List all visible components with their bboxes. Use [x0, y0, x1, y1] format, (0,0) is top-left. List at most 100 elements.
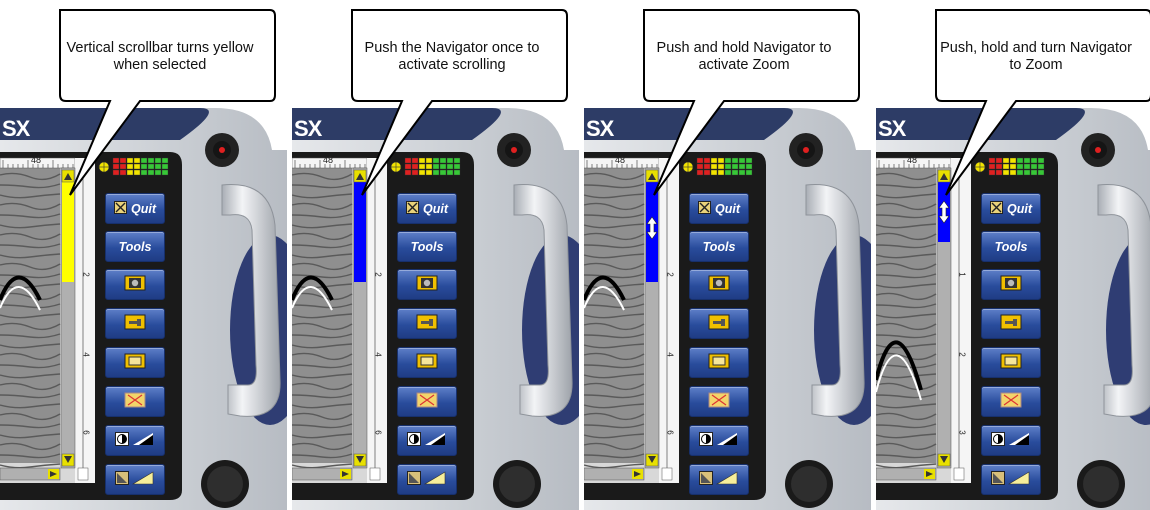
- button-label: Tools: [118, 239, 152, 254]
- wrench-button[interactable]: [105, 308, 165, 339]
- quit-x-icon: [990, 200, 1003, 217]
- quit-x-icon: [698, 200, 711, 217]
- screen-frame-icon: [416, 353, 438, 372]
- contrast-button[interactable]: [397, 425, 457, 456]
- crossed-box-icon: [1000, 392, 1022, 411]
- contrast-icon: [115, 431, 155, 450]
- depth-label: 4: [665, 352, 675, 357]
- screen-frame-button[interactable]: [105, 347, 165, 378]
- ruler-distance-label: 48: [615, 155, 626, 165]
- gain-triangle-icon: [991, 470, 1031, 489]
- camera-button[interactable]: [397, 269, 457, 300]
- scale-toggle: [77, 467, 89, 481]
- button-label: Quit: [715, 201, 740, 216]
- tutorial-panel-2: Push the Navigator once to activate scro…: [292, 0, 579, 510]
- crossed-box-button[interactable]: [689, 386, 749, 417]
- brand-logo-fragment: SX: [586, 116, 614, 141]
- crossed-box-button[interactable]: [397, 386, 457, 417]
- tools-button[interactable]: Tools: [105, 231, 165, 262]
- button-label: Tools: [410, 239, 444, 254]
- depth-label: 1: [957, 272, 967, 277]
- depth-label: 2: [373, 272, 383, 277]
- depth-label: 4: [373, 352, 383, 357]
- gain-triangle-button[interactable]: [105, 464, 165, 495]
- button-label: Tools: [994, 239, 1028, 254]
- gain-triangle-button[interactable]: [981, 464, 1041, 495]
- crossed-box-button[interactable]: [105, 386, 165, 417]
- brand-logo-fragment: SX: [294, 116, 322, 141]
- camera-icon: [1000, 275, 1022, 294]
- camera-button[interactable]: [689, 269, 749, 300]
- contrast-button[interactable]: [981, 425, 1041, 456]
- brand-logo-fragment: SX: [2, 116, 30, 141]
- crossed-box-icon: [708, 392, 730, 411]
- camera-icon: [124, 275, 146, 294]
- screen-frame-icon: [708, 353, 730, 372]
- contrast-button[interactable]: [689, 425, 749, 456]
- quit-button[interactable]: Quit: [105, 193, 165, 224]
- crossed-box-button[interactable]: [981, 386, 1041, 417]
- ruler-distance-label: 48: [907, 155, 918, 165]
- gain-triangle-button[interactable]: [397, 464, 457, 495]
- depth-label: 6: [665, 430, 675, 435]
- quit-button[interactable]: Quit: [981, 193, 1041, 224]
- quit-x-icon: [114, 200, 127, 217]
- tutorial-panel-4: Push, hold and turn Navigator to Zoom SX…: [876, 0, 1150, 510]
- tools-button[interactable]: Tools: [981, 231, 1041, 262]
- button-label: Quit: [423, 201, 448, 216]
- camera-button[interactable]: [981, 269, 1041, 300]
- quit-x-icon: [406, 200, 419, 217]
- ruler-distance-label: 48: [323, 155, 334, 165]
- tools-button[interactable]: Tools: [689, 231, 749, 262]
- tutorial-panel-3: Push and hold Navigator to activate Zoom…: [584, 0, 871, 510]
- depth-label: 2: [81, 272, 91, 277]
- tutorial-panel-1: Vertical scrollbar turns yellow when sel…: [0, 0, 287, 510]
- depth-label: 2: [957, 352, 967, 357]
- camera-button[interactable]: [105, 269, 165, 300]
- wrench-icon: [416, 314, 438, 333]
- wrench-button[interactable]: [689, 308, 749, 339]
- gain-triangle-icon: [407, 470, 447, 489]
- scale-toggle: [369, 467, 381, 481]
- callout-caption: Push the Navigator once to activate scro…: [364, 40, 540, 73]
- screen-frame-icon: [124, 353, 146, 372]
- screen-frame-button[interactable]: [689, 347, 749, 378]
- wrench-button[interactable]: [981, 308, 1041, 339]
- tools-button[interactable]: Tools: [397, 231, 457, 262]
- gain-triangle-icon: [699, 470, 739, 489]
- button-label: Tools: [702, 239, 736, 254]
- gain-triangle-button[interactable]: [689, 464, 749, 495]
- wrench-button[interactable]: [397, 308, 457, 339]
- ruler-distance-label: 48: [31, 155, 42, 165]
- wrench-icon: [708, 314, 730, 333]
- contrast-icon: [699, 431, 739, 450]
- depth-label: 6: [373, 430, 383, 435]
- wrench-icon: [1000, 314, 1022, 333]
- callout-caption: Push, hold and turn Navigator to Zoom: [940, 40, 1132, 73]
- depth-label: 6: [81, 430, 91, 435]
- screen-frame-button[interactable]: [981, 347, 1041, 378]
- callout-caption: Vertical scrollbar turns yellow when sel…: [66, 40, 254, 73]
- contrast-button[interactable]: [105, 425, 165, 456]
- crossed-box-icon: [416, 392, 438, 411]
- vertical-scrollbar-thumb: [62, 182, 74, 282]
- camera-icon: [416, 275, 438, 294]
- quit-button[interactable]: Quit: [397, 193, 457, 224]
- depth-label: 4: [81, 352, 91, 357]
- gain-triangle-icon: [115, 470, 155, 489]
- crossed-box-icon: [124, 392, 146, 411]
- depth-label: 2: [665, 272, 675, 277]
- contrast-icon: [407, 431, 447, 450]
- wrench-icon: [124, 314, 146, 333]
- callout-caption: Push and hold Navigator to activate Zoom: [656, 40, 832, 73]
- vertical-scrollbar-thumb: [354, 182, 366, 282]
- depth-label: 3: [957, 430, 967, 435]
- camera-icon: [708, 275, 730, 294]
- scale-toggle: [661, 467, 673, 481]
- screen-frame-icon: [1000, 353, 1022, 372]
- screen-frame-button[interactable]: [397, 347, 457, 378]
- scale-toggle: [953, 467, 965, 481]
- contrast-icon: [991, 431, 1031, 450]
- button-label: Quit: [131, 201, 156, 216]
- quit-button[interactable]: Quit: [689, 193, 749, 224]
